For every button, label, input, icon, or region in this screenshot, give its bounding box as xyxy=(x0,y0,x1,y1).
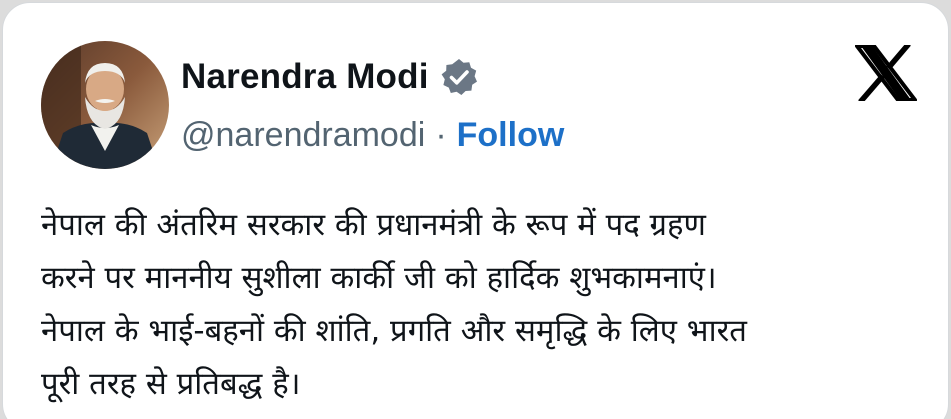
separator-dot: · xyxy=(435,115,447,154)
profile-photo xyxy=(41,41,169,169)
x-logo-icon[interactable] xyxy=(855,42,917,104)
tweet-card: Narendra Modi @narendramodi · Follow नेप… xyxy=(2,2,949,419)
author-handle[interactable]: @narendramodi xyxy=(181,116,425,155)
tweet-line: नेपाल की अंतरिम सरकार की प्रधानमंत्री के… xyxy=(41,207,706,243)
follow-button[interactable]: Follow xyxy=(457,116,565,155)
author-name-row: Narendra Modi xyxy=(181,55,479,99)
avatar[interactable] xyxy=(41,41,169,169)
tweet-line: पूरी तरह से प्रतिबद्ध है। xyxy=(41,366,301,402)
verified-badge-icon xyxy=(439,57,479,97)
author-handle-row: @narendramodi · Follow xyxy=(181,113,564,157)
tweet-line: नेपाल के भाई-बहनों की शांति, प्रगति और स… xyxy=(41,313,747,349)
author-name[interactable]: Narendra Modi xyxy=(181,57,429,97)
tweet-text: नेपाल की अंतरिम सरकार की प्रधानमंत्री के… xyxy=(41,199,921,411)
tweet-line: करने पर माननीय सुशीला कार्की जी को हार्द… xyxy=(41,260,717,296)
